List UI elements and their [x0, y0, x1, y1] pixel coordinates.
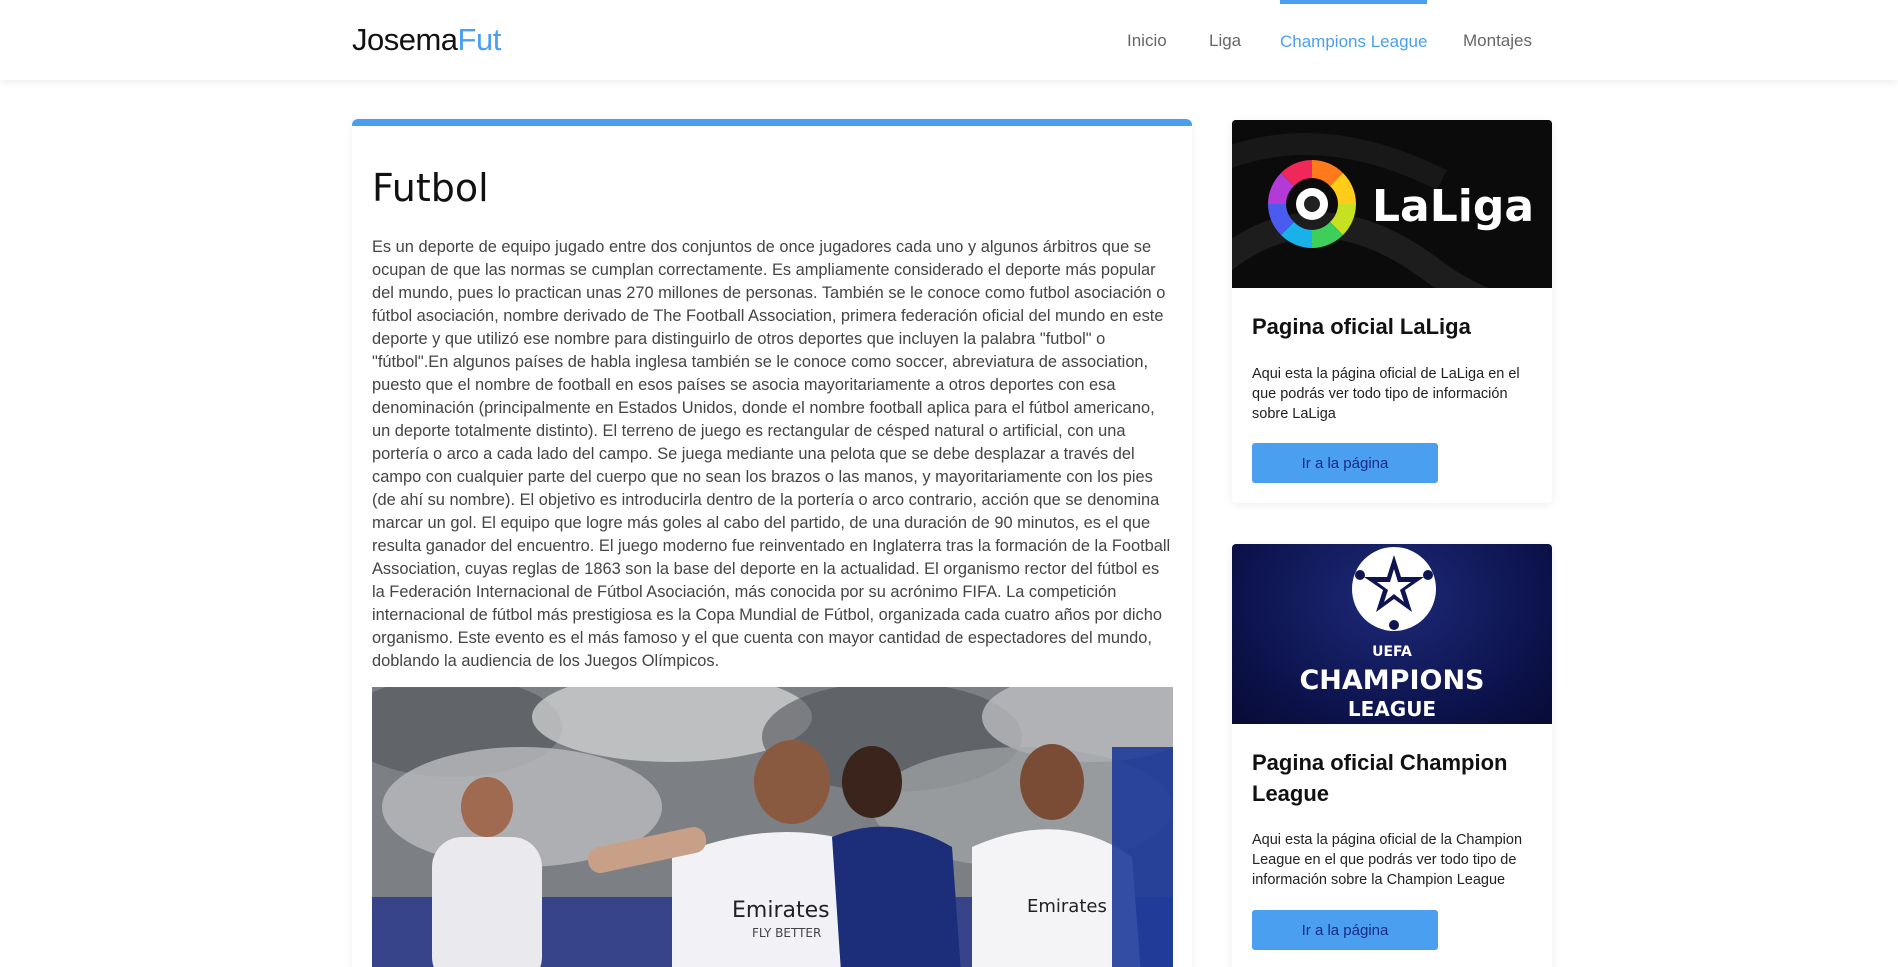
nav-champions-league[interactable]: Champions League	[1280, 0, 1428, 80]
card-description: Aqui esta la página oficial de la Champi…	[1252, 832, 1523, 888]
league-text: LEAGUE	[1348, 697, 1436, 721]
card-title: Pagina oficial Champion League	[1252, 750, 1508, 806]
card-description: Aqui esta la página oficial de LaLiga en…	[1252, 366, 1520, 422]
laliga-card: LaLiga Pagina oficial LaLiga Aqui esta l…	[1232, 120, 1552, 503]
champions-league-logo-icon: UEFA CHAMPIONS LEAGUE	[1299, 547, 1485, 721]
match-photo-illustration: Emirates FLY BETTER Emirates	[372, 687, 1173, 967]
site-logo[interactable]: JosemaFut	[352, 22, 501, 58]
champions-text: CHAMPIONS	[1299, 665, 1484, 696]
article-body: Es un deporte de equipo jugado entre dos…	[372, 238, 1171, 670]
champions-league-card: UEFA CHAMPIONS LEAGUE Pagina oficial Cha…	[1232, 544, 1552, 967]
top-navbar: JosemaFut Inicio Liga Champions League M…	[0, 0, 1898, 80]
football-match-photo: Emirates FLY BETTER Emirates	[372, 687, 1173, 967]
laliga-logo-icon: LaLiga	[1232, 120, 1552, 288]
champions-league-link-button[interactable]: Ir a la página	[1252, 910, 1438, 950]
article-title: Futbol	[372, 166, 489, 210]
champions-league-banner: UEFA CHAMPIONS LEAGUE	[1232, 544, 1552, 724]
uefa-text: UEFA	[1372, 644, 1412, 660]
nav-liga[interactable]: Liga	[1209, 0, 1241, 80]
shirt-sponsor-2: FLY BETTER	[752, 926, 821, 940]
shirt-sponsor-3: Emirates	[1027, 896, 1107, 917]
laliga-link-button[interactable]: Ir a la página	[1252, 443, 1438, 483]
card-title: Pagina oficial LaLiga	[1252, 314, 1471, 339]
logo-accent-text: Fut	[457, 22, 502, 57]
nav-inicio[interactable]: Inicio	[1127, 0, 1167, 80]
laliga-banner: LaLiga	[1232, 120, 1552, 288]
article-card: Futbol Es un deporte de equipo jugado en…	[352, 119, 1192, 967]
laliga-logo-text: LaLiga	[1372, 181, 1534, 232]
shirt-sponsor-1: Emirates	[732, 898, 830, 923]
nav-montajes[interactable]: Montajes	[1463, 0, 1532, 80]
logo-main-text: Josema	[352, 22, 458, 57]
